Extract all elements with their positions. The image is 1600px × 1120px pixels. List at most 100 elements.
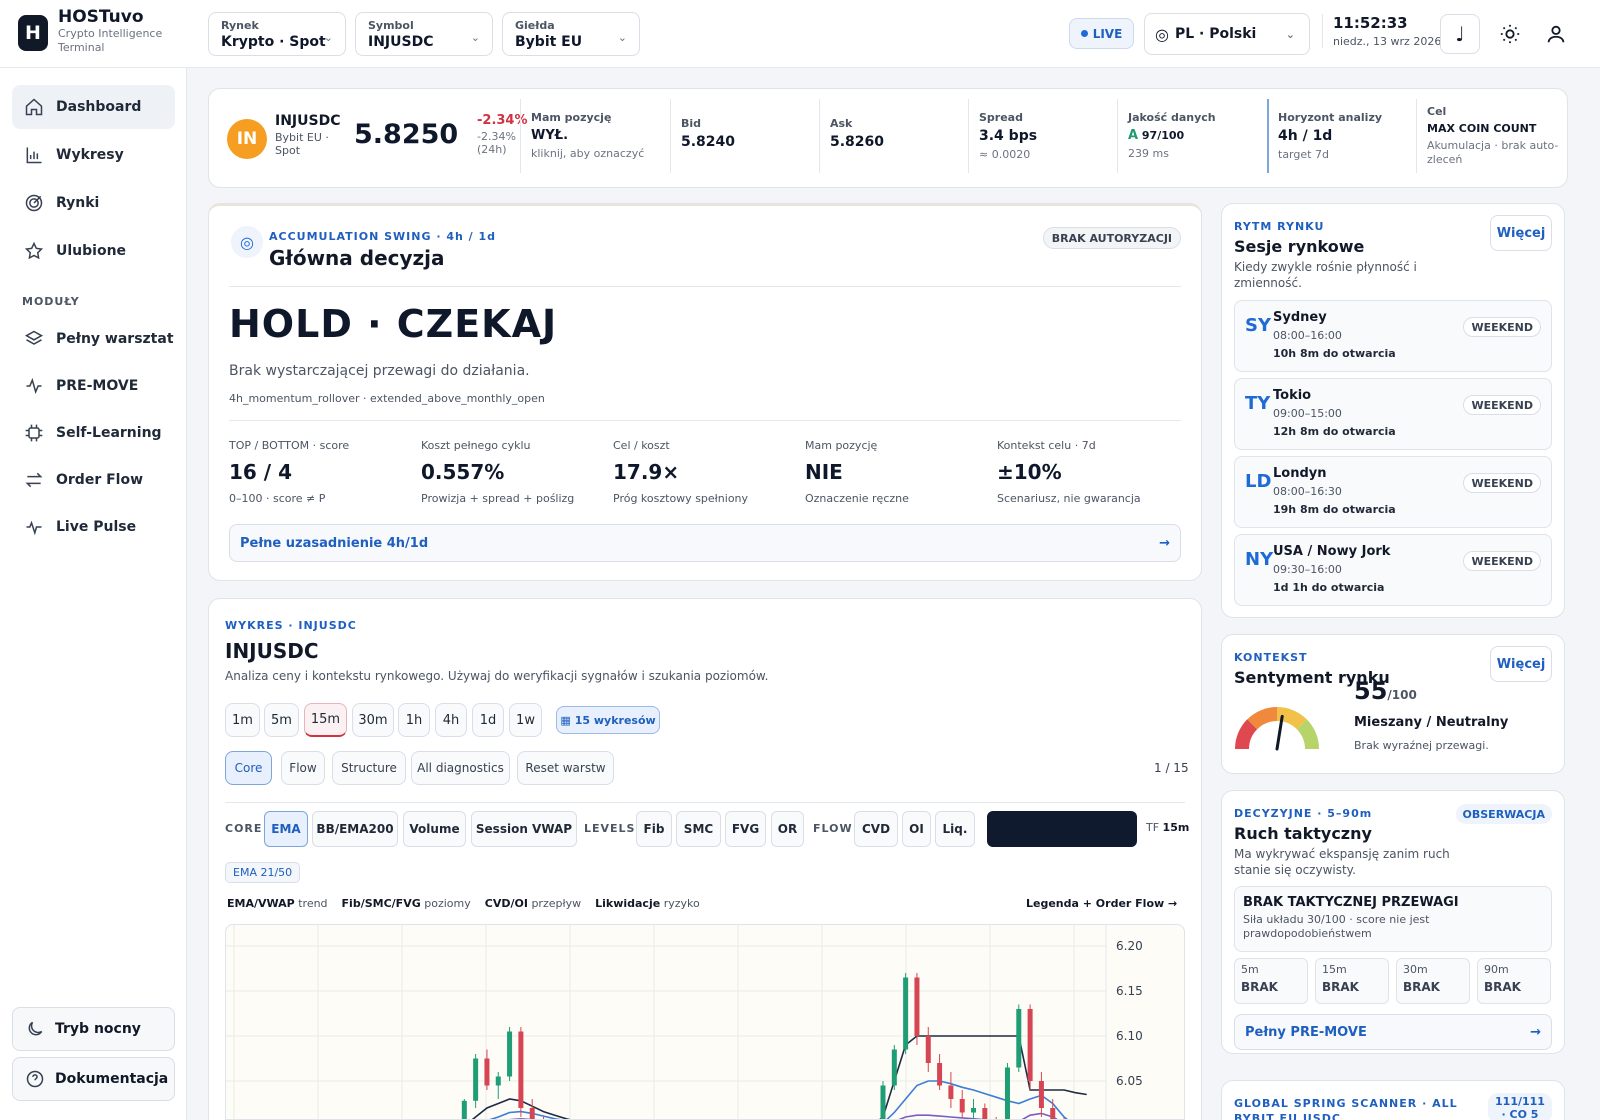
sidebar-item-self-learning[interactable]: Self-Learning [12,411,175,455]
candle-body [1016,1009,1022,1068]
sidebar-item-live-pulse[interactable]: Live Pulse [12,505,175,549]
toggle-liq[interactable]: Liq. [935,811,975,847]
toggle-volume[interactable]: Volume [403,811,466,847]
candle-body [1027,1009,1033,1081]
toggle-fvg[interactable]: FVG [725,811,766,847]
toggle-cvd[interactable]: CVD [854,811,898,847]
ask: Ask 5.8260 [830,117,884,150]
y-tick-label: 6.10 [1116,1029,1143,1043]
tf-button-5m[interactable]: 5m [264,703,299,737]
session-new-york[interactable]: NY USA / Nowy Jork 09:30–16:00 1d 1h do … [1234,534,1552,606]
toggle-ema[interactable]: EMA [264,811,308,847]
group-label-flow: FLOW [813,822,853,835]
candle-body [891,1049,897,1086]
legend-order-flow-link[interactable]: Legenda + Order Flow → [1026,897,1177,910]
session-london[interactable]: LD Londyn 08:00–16:30 19h 8m do otwarcia… [1234,456,1552,528]
sessions-more-button[interactable]: Więcej [1490,215,1552,251]
price-chart[interactable]: 6.206.156.106.056.00 [225,924,1185,1120]
exchange-select[interactable]: Giełda Bybit EU ⌄ [502,12,640,56]
sun-icon [1500,24,1520,44]
session-status-badge: WEEKEND [1463,395,1541,415]
music-note-button[interactable]: ♩ [1440,14,1480,54]
tactical-status-badge: OBSERWACJA [1455,804,1552,824]
tf-button-15m[interactable]: 15m [304,703,347,737]
session-hours: 09:30–16:00 [1273,563,1342,576]
quality-label: Jakość danych [1128,111,1216,124]
tactical-status-box: BRAK TAKTYCZNEJ PRZEWAGI Siła układu 30/… [1234,886,1552,952]
toggle-fib[interactable]: Fib [636,811,672,847]
session-hours: 08:00–16:00 [1273,329,1342,342]
quality-sub: 239 ms [1128,147,1169,160]
session-opens: 19h 8m do otwarcia [1273,503,1396,516]
legend-bold: Fib/SMC/FVG [341,897,421,910]
app-logo[interactable]: H [18,15,48,51]
toggle-smc[interactable]: SMC [676,811,721,847]
bid-label: Bid [681,117,702,130]
preset-all-diagnostics[interactable]: All diagnostics [411,751,510,785]
preset-reset-layers[interactable]: Reset warstw [517,751,614,785]
night-mode-button[interactable]: Tryb nocny [12,1007,175,1051]
sidebar-item-pelny-warsztat[interactable]: Pełny warsztat [12,317,175,361]
dark-action-button[interactable] [987,811,1137,847]
sentiment-more-button[interactable]: Więcej [1490,646,1552,682]
coin-info: INJUSDC Bybit EU · Spot [275,113,340,157]
tactical-title: Ruch taktyczny [1234,824,1372,843]
sidebar-item-label: PRE-MOVE [56,378,139,394]
tactical-cell-15m: 15m BRAK [1315,958,1389,1004]
sidebar-item-rynki[interactable]: Rynki [12,181,175,225]
spread-label: Spread [979,111,1023,124]
ask-value: 5.8260 [830,134,885,150]
position-value: WYŁ. [531,128,569,143]
toggle-oi[interactable]: OI [902,811,931,847]
sidebar-item-wykresy[interactable]: Wykresy [12,133,175,177]
sidebar-item-label: Live Pulse [56,519,137,535]
charts-count-button[interactable]: ▦ 15 wykresów [556,706,660,734]
toggle-or[interactable]: OR [771,811,804,847]
docs-button[interactable]: Dokumentacja [12,1057,175,1101]
clock-date: niedz., 13 wrz 2026 [1333,35,1442,48]
candle-body [914,977,920,1036]
horizon-sub: target 7d [1278,148,1329,161]
full-rationale-link[interactable]: Pełne uzasadnienie 4h/1d → [229,524,1181,562]
symbol-select[interactable]: Symbol INJUSDC ⌄ [355,12,493,56]
gauge-segment [1247,707,1278,730]
sidebar-item-order-flow[interactable]: Order Flow [12,458,175,502]
scanner-count-badge: 111/111 · CO 5 [1488,1093,1552,1120]
candle-body [1038,1081,1044,1108]
toggle-bb-ema200[interactable]: BB/EMA200 [312,811,398,847]
sidebar-item-pre-move[interactable]: PRE-MOVE [12,364,175,408]
tf-button-1w[interactable]: 1w [509,703,542,737]
market-select-value: Krypto · Spot [221,34,326,50]
tactical-description: Ma wykrywać ekspansję zanim ruch stanie … [1234,847,1450,877]
candle-body [880,1085,886,1119]
live-badge[interactable]: LIVE [1069,18,1134,49]
market-select[interactable]: Rynek Krypto · Spot ⌄ [208,12,346,56]
tf-button-1d[interactable]: 1d [472,703,504,737]
language-select[interactable]: ◎ PL · Polski ⌄ [1144,13,1310,55]
full-pre-move-link[interactable]: Pełny PRE-MOVE → [1234,1014,1552,1050]
tf-button-30m[interactable]: 30m [352,703,394,737]
theme-toggle-button[interactable] [1490,14,1530,54]
divider [520,99,521,173]
sidebar-item-dashboard[interactable]: Dashboard [12,85,175,129]
user-button[interactable] [1536,14,1576,54]
sidebar-item-label: Wykresy [56,147,124,163]
tactical-cell-tf: 15m [1322,963,1347,976]
preset-core[interactable]: Core [225,751,272,785]
session-sydney[interactable]: SY Sydney 08:00–16:00 10h 8m do otwarcia… [1234,300,1552,372]
tf-button-4h[interactable]: 4h [435,703,467,737]
sidebar-item-ulubione[interactable]: Ulubione [12,229,175,273]
tf-button-1h[interactable]: 1h [398,703,430,737]
candlestick-chart[interactable]: 6.206.156.106.056.00 [226,925,1185,1120]
toggle-session-vwap[interactable]: Session VWAP [471,811,577,847]
candle-body [529,1108,535,1119]
ask-label: Ask [830,117,853,130]
layers-icon [24,330,44,345]
tf-button-1m[interactable]: 1m [225,703,260,737]
candle-body [495,1076,501,1086]
session-tokyo[interactable]: TY Tokio 09:00–15:00 12h 8m do otwarcia … [1234,378,1552,450]
preset-flow[interactable]: Flow [281,751,325,785]
position-toggle[interactable]: Mam pozycję WYŁ. kliknij, aby oznaczyć [531,111,644,161]
preset-structure[interactable]: Structure [332,751,406,785]
market-select-label: Rynek [221,19,259,32]
